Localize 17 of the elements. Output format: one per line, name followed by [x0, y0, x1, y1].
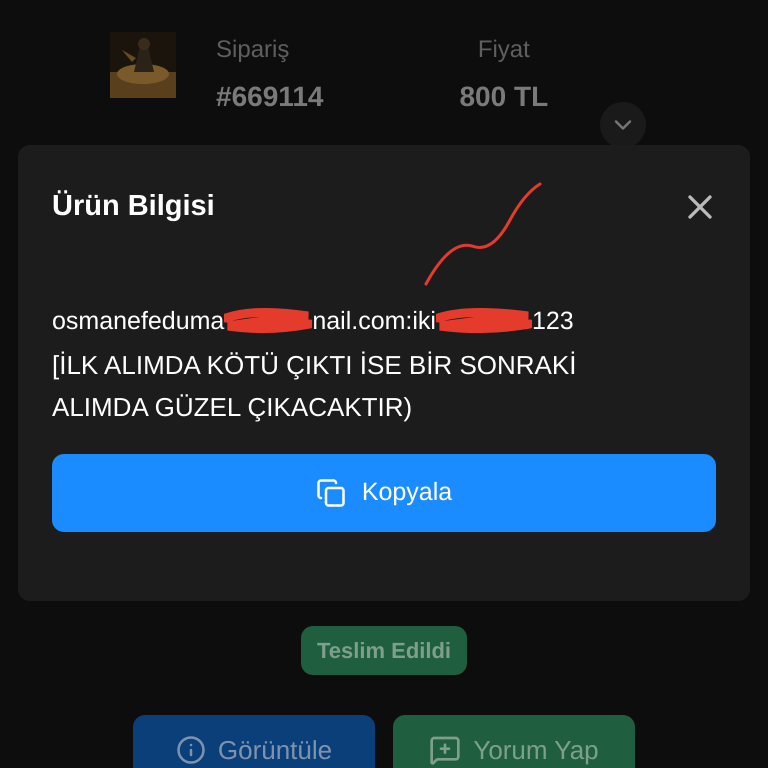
- note-text: [İLK ALIMDA KÖTÜ ÇIKTI İSE BİR SONRAKİ ALIMDA GÜZEL ÇIKACAKTIR): [52, 349, 578, 424]
- account-text: osmanefeduma: [52, 306, 224, 336]
- status-badge: Teslim Edildi: [300, 626, 468, 675]
- price-label: Fiyat: [478, 35, 530, 65]
- order-number: #669114: [216, 80, 324, 114]
- expand-button[interactable]: [600, 102, 646, 148]
- info-icon: [176, 735, 206, 765]
- account-text: nail.com:iki: [312, 306, 436, 336]
- view-button[interactable]: Görüntüle: [133, 715, 375, 768]
- copy-button[interactable]: Kopyala: [52, 454, 716, 532]
- comment-button[interactable]: Yorum Yap: [393, 715, 635, 768]
- copy-icon: [316, 478, 346, 508]
- dialog-title: Ürün Bilgisi: [52, 189, 215, 224]
- account-text: 123: [532, 306, 574, 336]
- comment-add-icon: [429, 734, 462, 766]
- order-label: Sipariş: [216, 35, 290, 65]
- price-value: 800 TL: [459, 80, 548, 114]
